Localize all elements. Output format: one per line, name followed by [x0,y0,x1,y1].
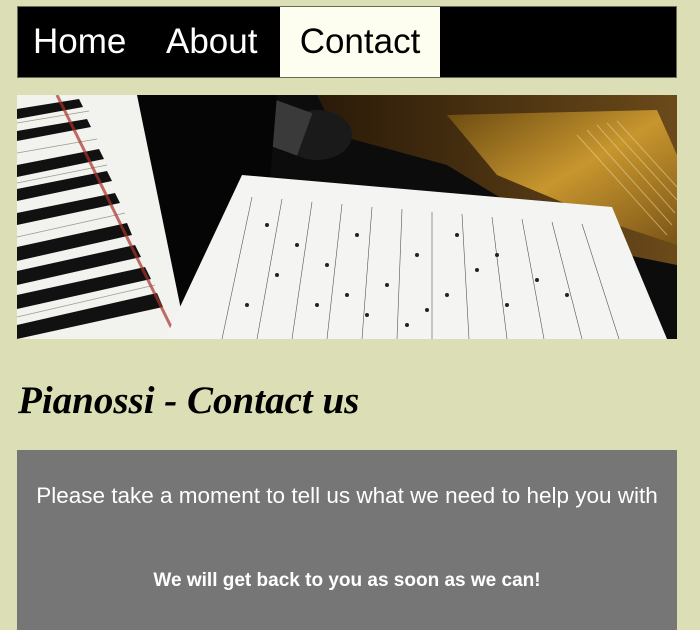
main-navigation: Home About Contact [17,6,677,78]
nav-about-link[interactable]: About [166,7,257,77]
piano-sheet-music-image [17,95,677,339]
page-title: Pianossi - Contact us [18,379,360,422]
hero-image [17,95,677,339]
contact-intro-text: Please take a moment to tell us what we … [36,483,658,508]
nav-home-link[interactable]: Home [33,7,126,77]
nav-contact-link[interactable]: Contact [280,7,440,77]
contact-panel: Please take a moment to tell us what we … [17,450,677,630]
contact-response-note: We will get back to you as soon as we ca… [153,570,541,591]
